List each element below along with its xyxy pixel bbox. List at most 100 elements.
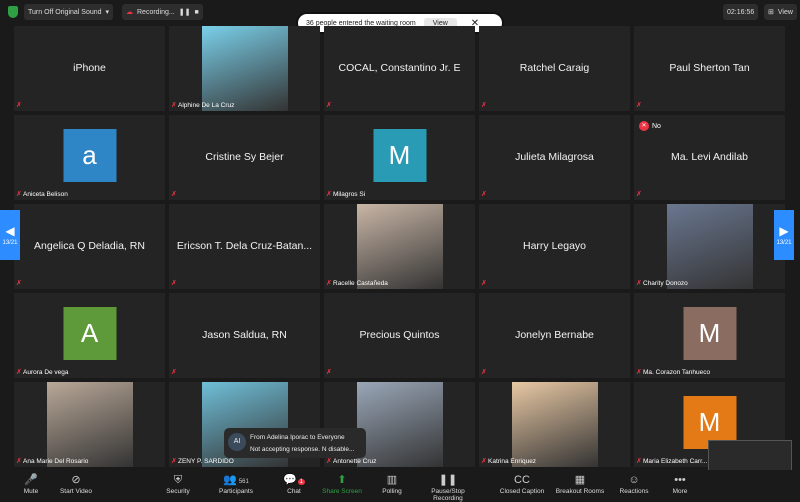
participant-name: Angelica Q Deladia, RN — [34, 240, 145, 252]
participant-tile[interactable]: Ericson T. Dela Cruz-Batan... ✗ — [169, 204, 320, 289]
participant-tile[interactable]: Jason Saldua, RN ✗ — [169, 293, 320, 378]
participant-tile[interactable]: ✗ Ana Marie Del Rosario — [14, 382, 165, 467]
participant-label: ✗ — [171, 191, 177, 198]
toolbar-label: Reactions — [619, 488, 649, 495]
no-badge-label: No — [652, 122, 661, 130]
chevron-down-icon: ▾ — [105, 9, 110, 16]
next-page-button[interactable]: ▶ 13/21 — [774, 210, 794, 260]
participant-tile[interactable]: Ratchel Caraig ✗ — [479, 26, 630, 111]
participant-name: iPhone — [73, 62, 106, 74]
security-button[interactable]: ⛨ Security — [148, 472, 208, 500]
encryption-shield-icon[interactable] — [8, 6, 18, 18]
shield-icon: ⛨ — [173, 474, 183, 486]
recording-icon: ❚❚ — [438, 474, 458, 486]
recording-label: Recording... — [137, 8, 175, 16]
muted-mic-icon: ✗ — [326, 458, 332, 465]
participants-button[interactable]: 👥 561 Participants — [206, 472, 266, 500]
participant-tile[interactable]: Ma. Levi Andilab ✕ No ✗ — [634, 115, 785, 200]
participant-name: Paul Sherton Tan — [669, 62, 750, 74]
participant-name: Ericson T. Dela Cruz-Batan... — [176, 240, 313, 252]
participant-name: Harry Legayo — [522, 240, 587, 252]
muted-mic-icon: ✗ — [16, 102, 22, 109]
participant-tile[interactable]: Julieta Milagrosa ✗ — [479, 115, 630, 200]
participant-label-text: Aurora De vega — [23, 369, 69, 376]
avatar: M — [373, 129, 426, 182]
muted-mic-icon: ✗ — [326, 102, 332, 109]
muted-mic-icon: ✗ — [636, 458, 642, 465]
participant-tile[interactable]: iPhone ✗ — [14, 26, 165, 111]
participant-label: ✗ Milagros Si — [326, 191, 365, 198]
participant-tile[interactable]: ✗ Racelle Castañeda — [324, 204, 475, 289]
participant-tile[interactable]: ✗ Charity Donozo — [634, 204, 785, 289]
toolbar-label: Mute — [23, 488, 39, 495]
participant-video — [666, 204, 753, 289]
participant-video — [46, 382, 133, 467]
participant-label: ✗ — [481, 369, 487, 376]
participant-label: ✗ ZENY P. SARDIDO — [171, 458, 234, 465]
prev-page-button[interactable]: ◀ 13/21 — [0, 210, 20, 260]
participant-label-text: Maria Elizabeth Carr... — [643, 458, 708, 465]
original-sound-button[interactable]: Turn Off Original Sound ▾ — [24, 4, 114, 20]
pause-icon[interactable]: ❚❚ — [179, 8, 191, 16]
participant-tile[interactable]: M ✗ Milagros Si — [324, 115, 475, 200]
participant-tile[interactable]: Cristine Sy Bejer ✗ — [169, 115, 320, 200]
chat-from: From Adelina Iporac to Everyone — [250, 434, 345, 441]
muted-mic-icon: ✗ — [636, 191, 642, 198]
view-button[interactable]: ⊞ View — [764, 4, 797, 20]
participant-label: ✗ Charity Donozo — [636, 280, 688, 287]
avatar: M — [683, 307, 736, 360]
participant-name: COCAL, Constantino Jr. E — [338, 62, 461, 74]
participant-label: ✗ Alphine De La Cruz — [171, 102, 234, 109]
participant-label: ✗ Antonette Cruz — [326, 458, 376, 465]
chat-avatar: AI — [228, 433, 246, 451]
participant-tile[interactable]: A ✗ Aurora De vega — [14, 293, 165, 378]
participant-label: ✗ — [16, 280, 22, 287]
participant-label: ✗ — [326, 369, 332, 376]
participant-tile[interactable]: COCAL, Constantino Jr. E ✗ — [324, 26, 475, 111]
stop-icon[interactable]: ■ — [194, 9, 198, 16]
participant-label: ✗ — [16, 102, 22, 109]
muted-mic-icon: ✗ — [326, 280, 332, 287]
toolbar-label: Start Video — [59, 488, 93, 495]
muted-mic-icon: ✗ — [481, 458, 487, 465]
participant-video — [356, 204, 443, 289]
recording-indicator: ☁ Recording... ❚❚ ■ — [122, 4, 203, 20]
muted-mic-icon: ✗ — [171, 102, 177, 109]
toolbar-label: Closed Caption — [499, 488, 545, 495]
cc-icon: CC — [514, 474, 530, 486]
participant-tile[interactable]: ✗ Alphine De La Cruz — [169, 26, 320, 111]
meeting-timer: 02:16:56 — [723, 4, 759, 20]
participant-tile[interactable]: Harry Legayo ✗ — [479, 204, 630, 289]
participant-tile[interactable]: Jonelyn Bernabe ✗ — [479, 293, 630, 378]
chat-notification[interactable]: AI From Adelina Iporac to Everyone Not a… — [224, 428, 366, 458]
participant-label-text: Milagros Si — [333, 191, 366, 198]
breakout-icon: ▦ — [574, 474, 586, 486]
arrow-right-icon: ▶ — [779, 224, 789, 238]
polling-button[interactable]: ▥ Polling — [362, 472, 422, 500]
meeting-toolbar: 🎤 Mute ⊘ Start Video ⛨ Security 👥 561 Participan… — [0, 470, 800, 502]
muted-mic-icon: ✗ — [16, 280, 22, 287]
participant-label-text: Charity Donozo — [643, 280, 688, 287]
no-badge: ✕ No — [639, 121, 661, 131]
participant-tile[interactable]: Paul Sherton Tan ✗ — [634, 26, 785, 111]
page-indicator-right: 13/21 — [776, 240, 792, 246]
participant-tile[interactable]: a ✗ Aniceta Belison — [14, 115, 165, 200]
muted-mic-icon: ✗ — [326, 191, 332, 198]
start-video-button[interactable]: ⊘ Start Video — [46, 472, 106, 500]
participant-tile[interactable]: Angelica Q Deladia, RN ✗ — [14, 204, 165, 289]
pause-stop-recording-button[interactable]: ❚❚ Pause/Stop Recording — [418, 472, 478, 502]
participant-label-text: Ma. Corazon Tanhueco — [643, 369, 711, 376]
more-button[interactable]: ••• More — [650, 472, 710, 500]
timer-text: 02:16:56 — [727, 8, 755, 16]
participant-tile[interactable]: Precious Quintos ✗ — [324, 293, 475, 378]
participant-label-text: Katrina Enriquez — [488, 458, 537, 465]
participant-label-text: Ana Marie Del Rosario — [23, 458, 89, 465]
breakout-rooms-button[interactable]: ▦ Breakout Rooms — [550, 472, 610, 500]
participant-tile[interactable]: ✗ Katrina Enriquez — [479, 382, 630, 467]
closed-caption-button[interactable]: CC Closed Caption — [492, 472, 552, 500]
participant-label: ✗ Racelle Castañeda — [326, 280, 388, 287]
participant-tile[interactable]: M ✗ Ma. Corazon Tanhueco — [634, 293, 785, 378]
participant-label: ✗ Katrina Enriquez — [481, 458, 536, 465]
participant-label: ✗ — [171, 369, 177, 376]
original-sound-label: Turn Off Original Sound — [28, 8, 102, 16]
